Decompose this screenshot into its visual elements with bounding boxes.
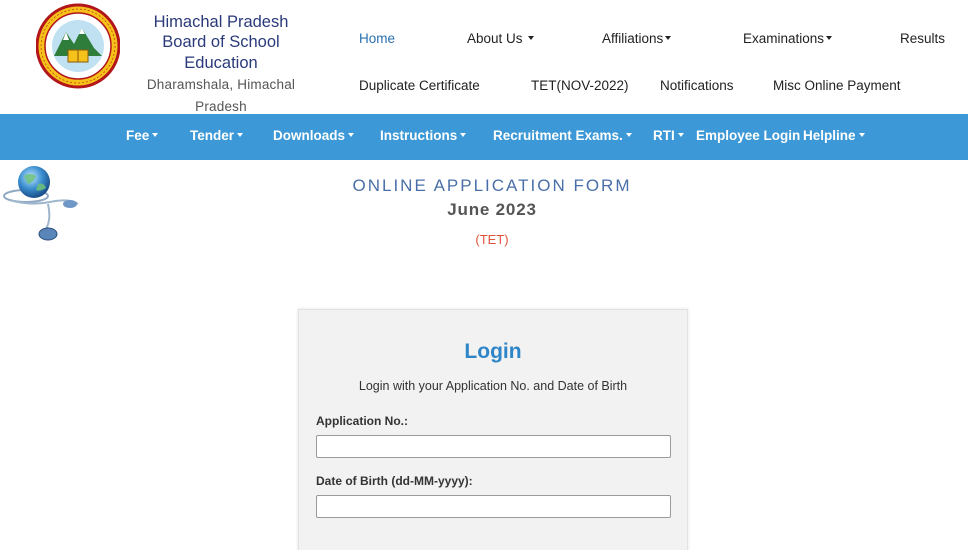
- chevron-down-icon: [625, 133, 632, 138]
- login-instruction: Login with your Application No. and Date…: [358, 379, 628, 393]
- nav-examinations[interactable]: Examinations: [743, 31, 833, 46]
- nav-results[interactable]: Results: [900, 31, 945, 46]
- org-name-line2: Board of School Education: [162, 33, 280, 72]
- nav-about-us[interactable]: About Us: [467, 31, 534, 46]
- nav-tet-nov-2022[interactable]: TET(NOV-2022): [531, 78, 629, 93]
- login-card: Login Login with your Application No. an…: [298, 309, 688, 550]
- page-title: ONLINE APPLICATION FORM: [352, 176, 632, 195]
- dob-input[interactable]: [316, 495, 671, 518]
- dob-label: Date of Birth (dd-MM-yyyy):: [316, 474, 473, 488]
- org-name-line1: Himachal Pradesh: [153, 13, 289, 31]
- main-menu-bar: Fee Tender Downloads Instructions Recrui…: [0, 114, 968, 160]
- menu-instructions[interactable]: Instructions: [380, 128, 467, 143]
- hpbose-emblem-icon[interactable]: [36, 0, 120, 92]
- nav-notifications-label: Notifications: [660, 78, 734, 93]
- menu-helpline[interactable]: Helpline: [803, 128, 865, 143]
- nav-results-label: Results: [900, 31, 946, 46]
- chevron-down-icon: [826, 36, 833, 41]
- nav-affiliations-label: Affiliations: [602, 31, 664, 46]
- chevron-down-icon: [348, 133, 355, 138]
- menu-recruitment-exams-label: Recruitment Exams.: [493, 128, 623, 143]
- nav-notifications[interactable]: Notifications: [660, 78, 734, 93]
- menu-instructions-label: Instructions: [380, 128, 458, 143]
- menu-tender-label: Tender: [190, 128, 235, 143]
- menu-employee-login[interactable]: Employee Login: [696, 128, 800, 143]
- application-no-input[interactable]: [316, 435, 671, 458]
- nav-tet-nov-2022-label: TET(NOV-2022): [531, 78, 629, 93]
- menu-tender[interactable]: Tender: [190, 128, 244, 143]
- chevron-down-icon: [152, 133, 159, 138]
- application-no-label: Application No.:: [316, 414, 408, 428]
- menu-fee[interactable]: Fee: [126, 128, 159, 143]
- nav-home-label: Home: [359, 31, 396, 46]
- nav-duplicate-certificate[interactable]: Duplicate Certificate: [359, 78, 480, 93]
- nav-misc-online-payment-label: Misc Online Payment: [773, 78, 901, 93]
- chevron-down-icon: [677, 133, 684, 138]
- chevron-down-icon: [858, 133, 865, 138]
- nav-examinations-label: Examinations: [743, 31, 825, 46]
- exam-tag: (TET): [475, 232, 509, 247]
- chevron-down-icon: [527, 36, 534, 41]
- nav-affiliations[interactable]: Affiliations: [602, 31, 672, 46]
- menu-helpline-label: Helpline: [803, 128, 856, 143]
- menu-downloads[interactable]: Downloads: [273, 128, 355, 143]
- menu-fee-label: Fee: [126, 128, 150, 143]
- menu-downloads-label: Downloads: [273, 128, 346, 143]
- chevron-down-icon: [460, 133, 467, 138]
- nav-about-us-label: About Us: [467, 31, 523, 46]
- menu-recruitment-exams[interactable]: Recruitment Exams.: [493, 128, 632, 143]
- chevron-down-icon: [665, 36, 672, 41]
- menu-employee-login-label: Employee Login: [696, 128, 801, 143]
- chevron-down-icon: [237, 133, 244, 138]
- session-title: June 2023: [447, 200, 537, 219]
- menu-rti-label: RTI: [653, 128, 675, 143]
- nav-misc-online-payment[interactable]: Misc Online Payment: [773, 78, 901, 93]
- menu-rti[interactable]: RTI: [653, 128, 684, 143]
- nav-home[interactable]: Home: [359, 31, 395, 46]
- org-brand[interactable]: Himachal Pradesh Board of School Educati…: [125, 12, 317, 118]
- login-heading: Login: [464, 340, 522, 363]
- org-location: Dharamshala, Himachal Pradesh: [146, 77, 296, 114]
- site-header: Himachal Pradesh Board of School Educati…: [0, 0, 968, 114]
- nav-duplicate-certificate-label: Duplicate Certificate: [359, 78, 480, 93]
